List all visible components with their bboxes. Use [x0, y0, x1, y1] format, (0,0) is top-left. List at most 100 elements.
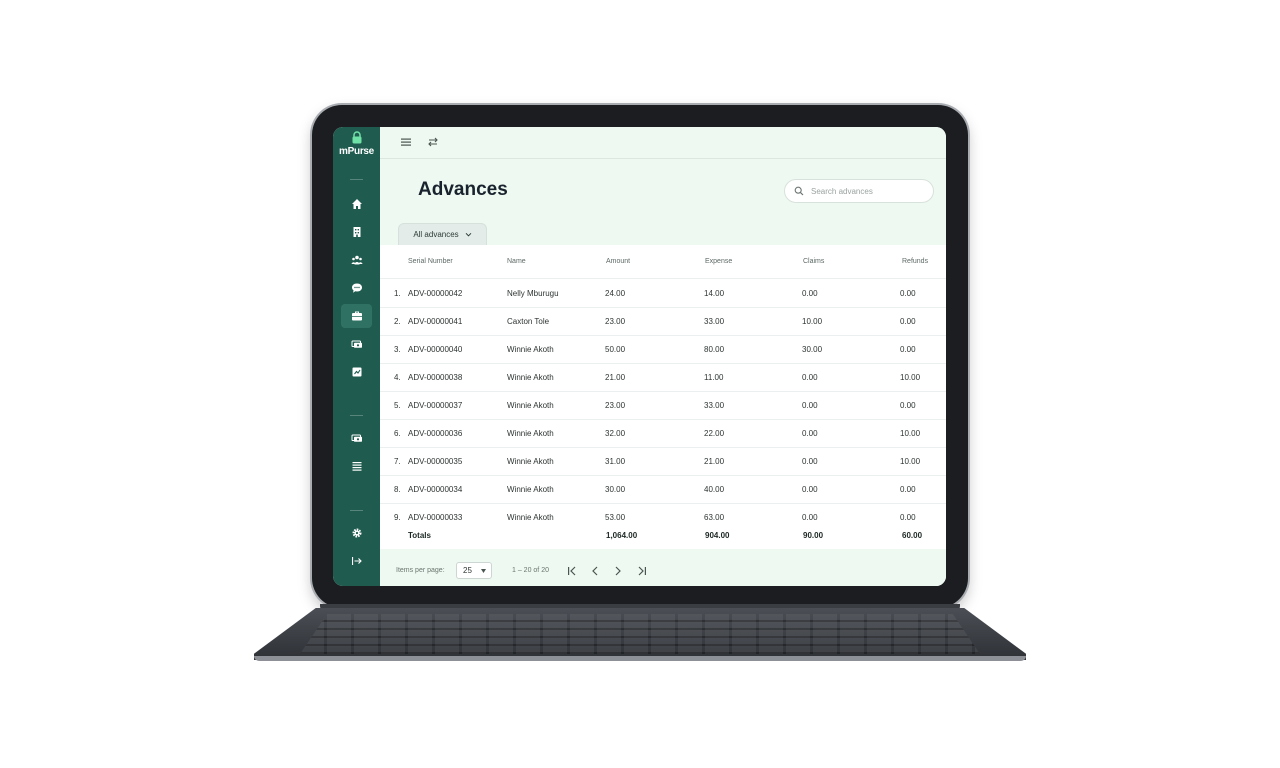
report-icon — [352, 367, 361, 377]
column-header-refunds[interactable]: Refunds — [902, 258, 928, 265]
amount-value: 53.00 — [605, 513, 626, 522]
row-number: 6. — [394, 429, 401, 438]
serial-number: ADV-00000034 — [408, 485, 463, 494]
amount-value: 23.00 — [605, 401, 626, 410]
row-number: 1. — [394, 289, 401, 298]
last-page-icon[interactable] — [636, 565, 648, 577]
row-number: 5. — [394, 401, 401, 410]
caret-down-icon — [481, 569, 486, 573]
main-content: Advances All advances Serial Number Name… — [380, 127, 946, 586]
refunds-value: 10.00 — [900, 457, 921, 466]
lock-logo-icon — [352, 131, 362, 144]
page-size-value: 25 — [463, 566, 472, 575]
table-row[interactable]: 1. ADV-00000042 Nelly Mburugu 24.00 14.0… — [380, 278, 946, 308]
filter-label: All advances — [413, 230, 459, 239]
column-header-name[interactable]: Name — [507, 258, 526, 265]
expense-value: 33.00 — [704, 401, 725, 410]
column-header-claims[interactable]: Claims — [803, 258, 824, 265]
refunds-value: 0.00 — [900, 289, 916, 298]
employee-name: Winnie Akoth — [507, 485, 554, 494]
keyboard-keys — [300, 614, 980, 654]
total-amount: 1,064.00 — [606, 531, 638, 540]
page-size-select[interactable]: 25 — [456, 562, 492, 579]
table-row[interactable]: 5. ADV-00000037 Winnie Akoth 23.00 33.00… — [380, 391, 946, 420]
table-row[interactable]: 4. ADV-00000038 Winnie Akoth 21.00 11.00… — [380, 363, 946, 392]
refunds-value: 0.00 — [900, 317, 916, 326]
sidebar-item-logout[interactable] — [341, 549, 372, 573]
amount-value: 24.00 — [605, 289, 626, 298]
list-icon — [352, 462, 361, 471]
expense-value: 80.00 — [704, 345, 725, 354]
sidebar-divider — [350, 415, 363, 416]
total-expense: 904.00 — [705, 531, 730, 540]
column-header-serial[interactable]: Serial Number — [408, 258, 453, 265]
row-number: 9. — [394, 513, 401, 522]
app-logo-text: mPurse — [339, 146, 374, 157]
filter-dropdown[interactable]: All advances — [398, 223, 487, 245]
table-row[interactable]: 2. ADV-00000041 Caxton Tole 23.00 33.00 … — [380, 307, 946, 336]
table-row[interactable]: 7. ADV-00000035 Winnie Akoth 31.00 21.00… — [380, 447, 946, 476]
cash-icon — [351, 340, 362, 348]
previous-page-icon[interactable] — [589, 565, 601, 577]
chat-icon — [351, 283, 362, 293]
amount-value: 21.00 — [605, 373, 626, 382]
amount-value: 50.00 — [605, 345, 626, 354]
claims-value: 0.00 — [802, 457, 818, 466]
expense-value: 63.00 — [704, 513, 725, 522]
table-row[interactable]: 9. ADV-00000033 Winnie Akoth 53.00 63.00… — [380, 503, 946, 531]
refunds-value: 0.00 — [900, 513, 916, 522]
claims-value: 0.00 — [802, 429, 818, 438]
next-page-icon[interactable] — [612, 565, 624, 577]
amount-value: 23.00 — [605, 317, 626, 326]
sidebar-item-transactions[interactable] — [341, 426, 372, 450]
sidebar-item-home[interactable] — [341, 192, 372, 216]
sidebar-item-organization[interactable] — [341, 220, 372, 244]
keyboard-edge — [254, 656, 1026, 661]
switch-arrows-icon[interactable] — [426, 135, 440, 149]
sidebar-item-team[interactable] — [341, 248, 372, 272]
table-row[interactable]: 3. ADV-00000040 Winnie Akoth 50.00 80.00… — [380, 335, 946, 364]
sidebar-item-messages[interactable] — [341, 276, 372, 300]
total-claims: 90.00 — [803, 531, 824, 540]
pagination-bar: Items per page: 25 1 – 20 of 20 — [380, 549, 946, 586]
claims-value: 0.00 — [802, 485, 818, 494]
sidebar-item-payments[interactable] — [341, 332, 372, 356]
row-number: 7. — [394, 457, 401, 466]
serial-number: ADV-00000040 — [408, 345, 463, 354]
employee-name: Winnie Akoth — [507, 401, 554, 410]
employee-name: Winnie Akoth — [507, 373, 554, 382]
serial-number: ADV-00000042 — [408, 289, 463, 298]
expense-value: 22.00 — [704, 429, 725, 438]
serial-number: ADV-00000038 — [408, 373, 463, 382]
column-header-amount[interactable]: Amount — [606, 258, 630, 265]
sidebar-item-settings[interactable] — [341, 521, 372, 545]
serial-number: ADV-00000033 — [408, 513, 463, 522]
employee-name: Nelly Mburugu — [507, 289, 559, 298]
hamburger-icon[interactable] — [399, 135, 413, 149]
search-box — [784, 179, 934, 203]
row-number: 8. — [394, 485, 401, 494]
first-page-icon[interactable] — [566, 565, 578, 577]
building-icon — [353, 227, 360, 237]
claims-value: 0.00 — [802, 373, 818, 382]
sidebar-divider — [350, 510, 363, 511]
sidebar: mPurse — [333, 127, 380, 586]
row-number: 3. — [394, 345, 401, 354]
column-header-expense[interactable]: Expense — [705, 258, 732, 265]
sidebar-item-reports[interactable] — [341, 360, 372, 384]
amount-value: 31.00 — [605, 457, 626, 466]
total-refunds: 60.00 — [902, 531, 923, 540]
employee-name: Winnie Akoth — [507, 345, 554, 354]
table-row[interactable]: 6. ADV-00000036 Winnie Akoth 32.00 22.00… — [380, 419, 946, 448]
page-range: 1 – 20 of 20 — [512, 567, 549, 574]
expense-value: 40.00 — [704, 485, 725, 494]
search-input[interactable] — [811, 183, 926, 199]
team-icon — [351, 255, 362, 265]
sidebar-item-advances[interactable] — [341, 304, 372, 328]
serial-number: ADV-00000035 — [408, 457, 463, 466]
table-row[interactable]: 8. ADV-00000034 Winnie Akoth 30.00 40.00… — [380, 475, 946, 504]
serial-number: ADV-00000041 — [408, 317, 463, 326]
refunds-value: 0.00 — [900, 485, 916, 494]
sidebar-item-list[interactable] — [341, 454, 372, 478]
employee-name: Winnie Akoth — [507, 457, 554, 466]
